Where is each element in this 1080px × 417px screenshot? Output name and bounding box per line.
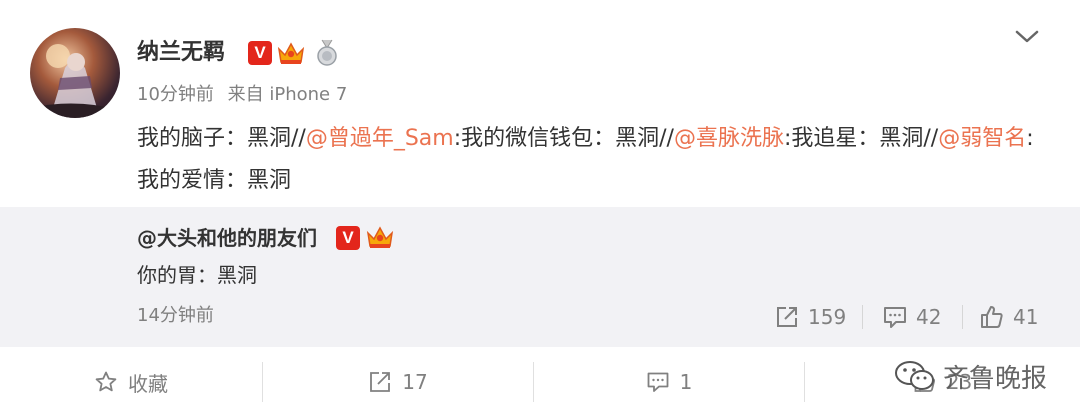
verified-badge-icon[interactable]: V [248,41,272,65]
content-text: :我追星：黑洞// [783,126,939,151]
divider [962,305,963,329]
chevron-down-icon[interactable] [1012,26,1042,46]
mention-link[interactable]: @弱智名 [938,126,1026,151]
comment-icon [647,372,669,392]
repost-like-count: 41 [1013,305,1039,329]
post-time: 10分钟前 [137,84,214,105]
favorite-label: 收藏 [128,371,168,396]
content-text: :我的微信钱包：黑洞// [453,126,674,151]
avatar-image [30,44,120,118]
repost-share-count: 159 [808,305,847,329]
watermark: 齐鲁晚报 [893,355,1047,397]
repost-like-button[interactable]: 41 [979,303,1038,331]
watermark-text: 齐鲁晚报 [943,363,1048,394]
repost-author[interactable]: @大头和他的朋友们 [137,223,317,253]
medal-icon[interactable] [314,39,340,67]
crown-icon[interactable] [365,222,395,252]
mention-link[interactable]: @喜脉洗脉 [674,126,784,151]
crown-icon[interactable] [276,38,306,68]
wechat-logo-icon [895,361,934,390]
weibo-post: 纳兰无羁 V 10分钟前 来自 iPhone 7 我的脑子：黑洞//@曾過年_S… [0,0,1080,207]
username[interactable]: 纳兰无羁 [137,38,225,68]
divider [862,305,863,329]
post-source: 来自 iPhone 7 [227,84,348,105]
repost-comment-count: 42 [916,305,942,329]
post-meta: 10分钟前 来自 iPhone 7 [137,82,347,108]
content-text: 我的脑子：黑洞// [137,126,306,151]
repost-time: 14分钟前 [137,305,214,326]
repost-text: 你的胃：黑洞 [137,263,257,287]
repost-button[interactable]: 17 [263,347,533,417]
thumbs-up-icon [981,306,1003,328]
comment-button[interactable]: 1 [534,347,804,417]
reposted-card[interactable]: @大头和他的朋友们 V 你的胃：黑洞 14分钟前 159 42 41 [0,207,1080,347]
star-icon [95,371,117,392]
repost-share-button[interactable]: 159 [774,303,846,331]
verified-badge-icon[interactable]: V [336,226,360,250]
avatar[interactable] [30,28,120,118]
comment-icon [884,307,906,328]
share-icon [370,372,391,392]
repost-comment-button[interactable]: 42 [882,303,941,331]
share-icon [777,307,797,327]
mention-link[interactable]: @曾過年_Sam [306,126,454,151]
comment-count: 1 [679,370,693,394]
bottom-action-bar: 收藏 17 1 23 齐鲁晚报 [0,347,1080,417]
repost-count: 17 [402,370,428,394]
post-content: 我的脑子：黑洞//@曾過年_Sam:我的微信钱包：黑洞//@喜脉洗脉:我追星：黑… [137,118,1037,202]
favorite-button[interactable]: 收藏 [0,347,262,417]
